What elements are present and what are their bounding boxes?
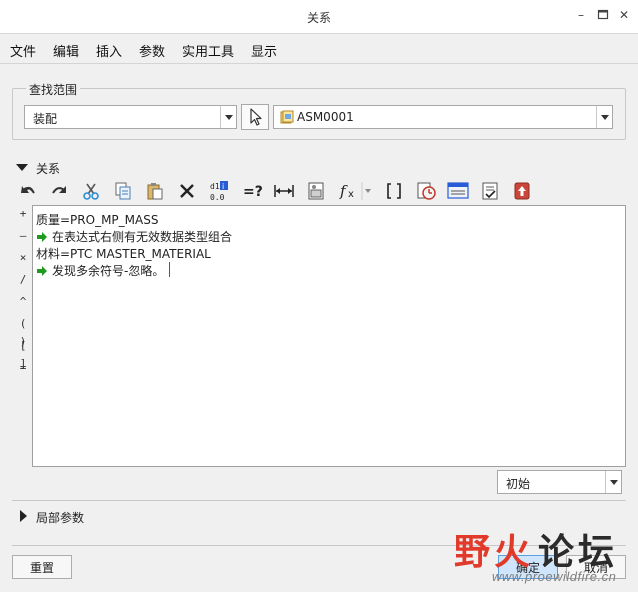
footer-divider: [12, 545, 626, 546]
insert-param-icon[interactable]: [304, 179, 328, 203]
minimize-icon[interactable]: –: [574, 8, 588, 22]
menu-display[interactable]: 显示: [251, 41, 277, 60]
relations-editor[interactable]: 质量=PRO_MP_MASS 在表达式右侧有无效数据类型组合 材料=PTC MA…: [32, 205, 626, 467]
pointer-icon: [250, 108, 262, 126]
operator-power-button[interactable]: ^: [14, 293, 32, 311]
chevron-down-icon: [596, 106, 612, 128]
svg-text:d1: d1: [210, 182, 220, 191]
operator-brackets-button[interactable]: [ ]: [14, 337, 32, 370]
operator-parentheses-button[interactable]: ( ): [14, 315, 32, 348]
redo-icon[interactable]: [47, 179, 71, 203]
relation-line: 质量=PRO_MP_MASS: [36, 213, 159, 227]
scope-type-select[interactable]: 装配: [24, 105, 237, 129]
sort-order-select[interactable]: 初始: [497, 470, 622, 494]
scope-model-select[interactable]: ASM0001: [273, 105, 613, 129]
verify-icon[interactable]: [414, 179, 438, 203]
chevron-down-icon: [220, 106, 236, 128]
options-icon[interactable]: [478, 179, 502, 203]
menu-utilities[interactable]: 实用工具: [182, 41, 234, 60]
maximize-icon[interactable]: [596, 8, 610, 22]
menu-parameters[interactable]: 参数: [139, 41, 165, 60]
select-model-button[interactable]: [241, 104, 269, 130]
cancel-button[interactable]: 取消: [566, 555, 626, 579]
svg-text:0.0: 0.0: [210, 193, 225, 202]
scope-type-value: 装配: [33, 112, 58, 126]
text-caret: [169, 262, 170, 277]
sort-order-value: 初始: [506, 477, 531, 491]
error-message: 发现多余符号-忽略。: [36, 262, 164, 279]
watermark-char: 野: [454, 531, 491, 573]
operator-multiply-button[interactable]: ×: [14, 249, 32, 267]
sort-icon[interactable]: [446, 179, 470, 203]
scope-model-value: ASM0001: [297, 110, 354, 124]
reset-button[interactable]: 重置: [12, 555, 72, 579]
expand-icon[interactable]: [20, 510, 27, 522]
toggle-units-icon[interactable]: d1 i 0.0: [207, 179, 231, 203]
relation-line: 材料=PTC MASTER_MATERIAL: [36, 247, 211, 261]
brackets-icon[interactable]: [382, 179, 406, 203]
chevron-down-icon: [605, 471, 621, 493]
arrow-right-icon: [37, 265, 47, 276]
operator-plus-button[interactable]: +: [14, 205, 32, 223]
arrow-right-icon: [37, 231, 47, 242]
operator-divide-button[interactable]: /: [14, 271, 32, 289]
copy-icon[interactable]: [111, 179, 135, 203]
scope-group-label: 查找范围: [26, 81, 81, 98]
paste-icon[interactable]: [143, 179, 167, 203]
assembly-icon: [280, 110, 294, 127]
section-divider: [12, 500, 626, 501]
svg-text:i: i: [222, 182, 224, 191]
menu-edit[interactable]: 编辑: [53, 41, 79, 60]
menu-bar: 文件 编辑 插入 参数 实用工具 显示: [0, 34, 638, 64]
operator-minus-button[interactable]: –: [14, 227, 32, 245]
svg-text:f: f: [339, 182, 348, 200]
relations-section-label: 关系: [36, 162, 61, 176]
export-icon[interactable]: [510, 179, 534, 203]
evaluate-icon[interactable]: =?: [240, 179, 264, 203]
local-params-section-label: 局部参数: [36, 511, 85, 525]
title-bar: 关系 – ✕: [0, 0, 638, 34]
ok-button[interactable]: 确定: [498, 555, 558, 579]
function-icon[interactable]: fx: [338, 179, 374, 203]
error-message: 在表达式右侧有无效数据类型组合: [36, 228, 232, 245]
cut-icon[interactable]: [79, 179, 103, 203]
menu-insert[interactable]: 插入: [96, 41, 122, 60]
svg-text:x: x: [348, 189, 354, 200]
svg-text:=?: =?: [243, 184, 263, 200]
delete-icon[interactable]: [175, 179, 199, 203]
collapse-icon[interactable]: [16, 164, 28, 171]
measure-icon[interactable]: [272, 179, 296, 203]
undo-icon[interactable]: [16, 179, 40, 203]
operator-equals-button[interactable]: =: [14, 359, 32, 377]
menu-file[interactable]: 文件: [10, 41, 36, 60]
close-icon[interactable]: ✕: [617, 8, 631, 22]
window-title: 关系: [306, 11, 331, 25]
